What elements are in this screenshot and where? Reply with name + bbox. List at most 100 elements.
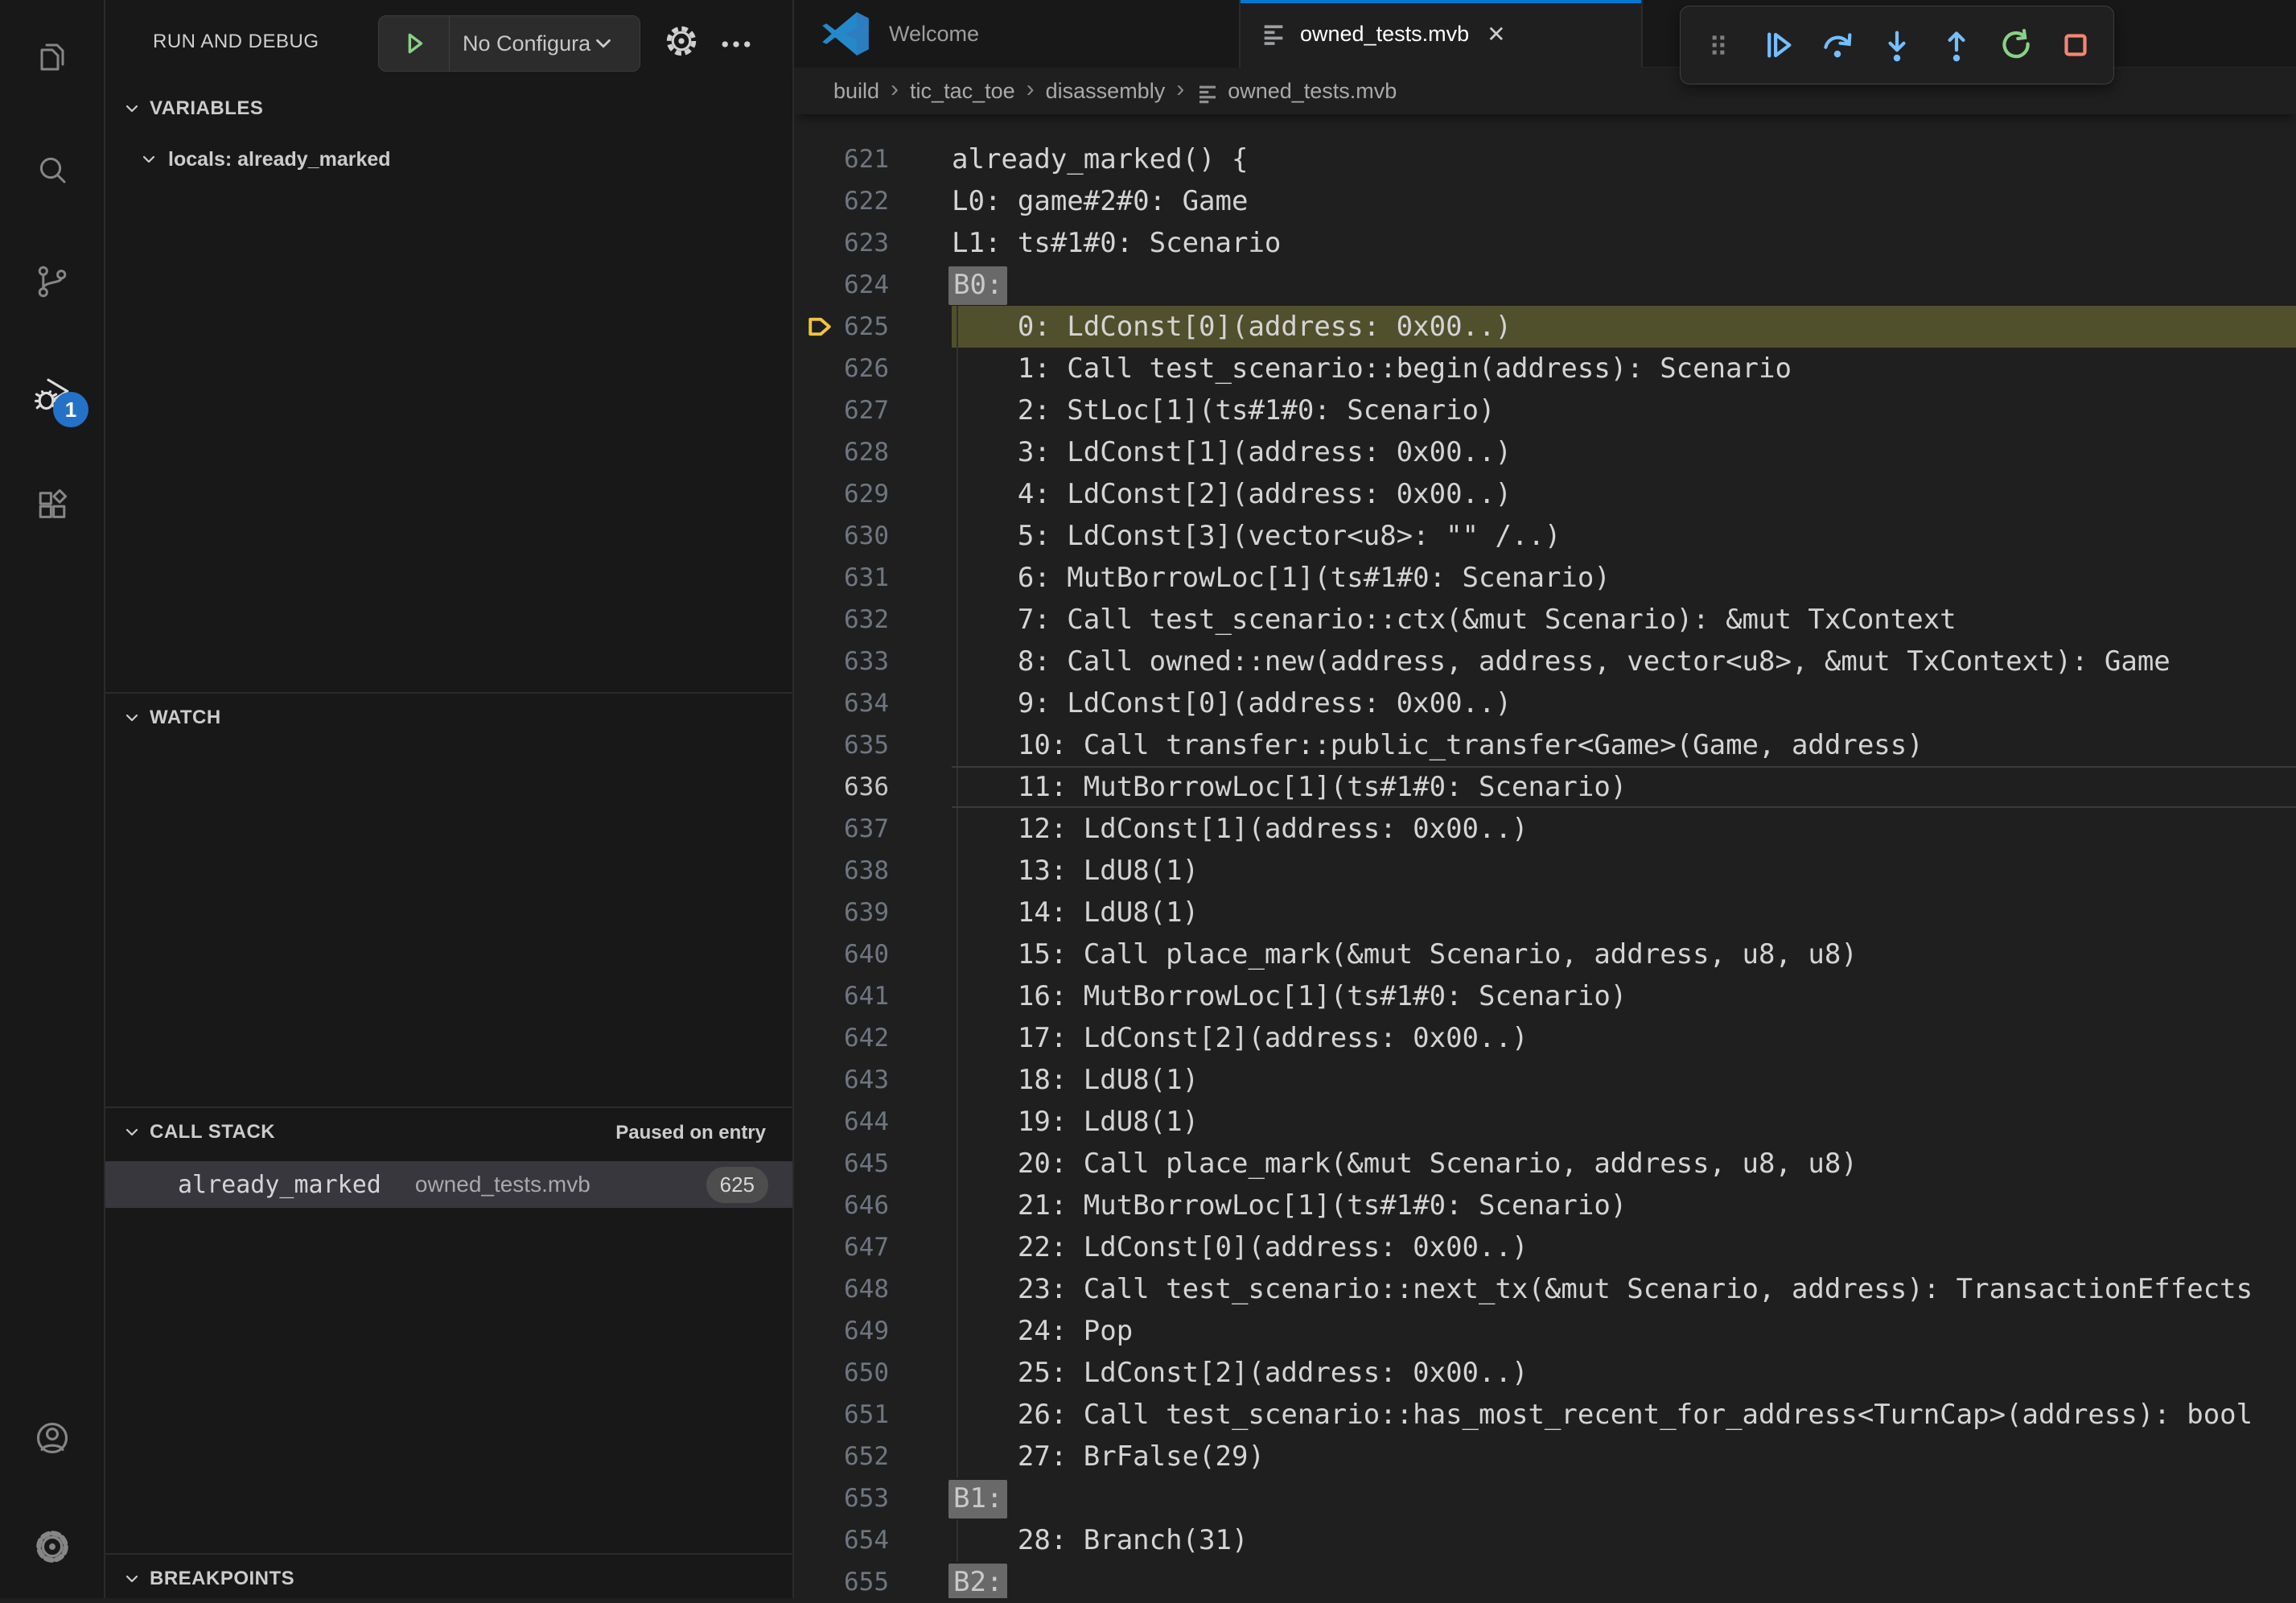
continue-icon[interactable] <box>1756 23 1800 67</box>
code-text[interactable]: 15: Call place_mark(&mut Scenario, addre… <box>952 933 2296 975</box>
line-number[interactable]: 634 <box>794 682 952 724</box>
code-line[interactable]: 633 8: Call owned::new(address, address,… <box>794 641 2296 682</box>
settings-gear-icon[interactable] <box>0 1508 104 1585</box>
code-line[interactable]: 628 3: LdConst[1](address: 0x00..) <box>794 431 2296 473</box>
line-number[interactable]: 625 <box>794 306 952 348</box>
code-line[interactable]: 623L1: ts#1#0: Scenario <box>794 222 2296 264</box>
line-number[interactable]: 644 <box>794 1101 952 1143</box>
step-out-icon[interactable] <box>1935 23 1978 67</box>
line-number[interactable]: 638 <box>794 850 952 892</box>
start-debug-button[interactable] <box>379 16 450 71</box>
code-line[interactable]: 647 22: LdConst[0](address: 0x00..) <box>794 1226 2296 1268</box>
code-line[interactable]: 654 28: Branch(31) <box>794 1519 2296 1561</box>
line-number[interactable]: 655 <box>794 1561 952 1598</box>
code-line[interactable]: 635 10: Call transfer::public_transfer<G… <box>794 724 2296 766</box>
code-text[interactable]: 4: LdConst[2](address: 0x00..) <box>952 473 2296 515</box>
code-text[interactable]: L1: ts#1#0: Scenario <box>952 222 2296 264</box>
code-line[interactable]: 632 7: Call test_scenario::ctx(&mut Scen… <box>794 599 2296 641</box>
code-text[interactable]: already_marked() { <box>952 138 2296 180</box>
line-number[interactable]: 647 <box>794 1226 952 1268</box>
variables-section-header[interactable]: VARIABLES <box>105 84 792 134</box>
code-editor[interactable]: 621already_marked() {622L0: game#2#0: Ga… <box>794 114 2296 1598</box>
code-line[interactable]: 621already_marked() { <box>794 138 2296 180</box>
line-number[interactable]: 643 <box>794 1059 952 1101</box>
close-icon[interactable]: ✕ <box>1487 21 1505 47</box>
line-number[interactable]: 648 <box>794 1268 952 1310</box>
code-line[interactable]: 655B2: <box>794 1561 2296 1598</box>
line-number[interactable]: 652 <box>794 1436 952 1477</box>
tab-welcome[interactable]: Welcome <box>794 0 1241 68</box>
code-text[interactable]: 20: Call place_mark(&mut Scenario, addre… <box>952 1143 2296 1185</box>
line-number[interactable]: 653 <box>794 1477 952 1519</box>
call-stack-section-header[interactable]: CALL STACK Paused on entry <box>105 1106 792 1156</box>
code-text[interactable]: 14: LdU8(1) <box>952 892 2296 933</box>
search-icon[interactable] <box>0 132 104 209</box>
explorer-icon[interactable] <box>0 18 104 95</box>
line-number[interactable]: 651 <box>794 1394 952 1436</box>
code-line[interactable]: 641 16: MutBorrowLoc[1](ts#1#0: Scenario… <box>794 975 2296 1017</box>
ellipsis-icon[interactable] <box>718 27 754 66</box>
code-text[interactable]: 22: LdConst[0](address: 0x00..) <box>952 1226 2296 1268</box>
code-text[interactable]: 10: Call transfer::public_transfer<Game>… <box>952 724 2296 766</box>
code-text[interactable]: 21: MutBorrowLoc[1](ts#1#0: Scenario) <box>952 1185 2296 1226</box>
drag-handle-icon[interactable] <box>1697 23 1740 67</box>
code-text[interactable]: L0: game#2#0: Game <box>952 180 2296 222</box>
line-number[interactable]: 631 <box>794 557 952 599</box>
line-number[interactable]: 632 <box>794 599 952 641</box>
breadcrumb-item[interactable]: build <box>833 79 879 104</box>
code-line[interactable]: 645 20: Call place_mark(&mut Scenario, a… <box>794 1143 2296 1185</box>
gear-icon[interactable] <box>663 23 700 64</box>
code-line[interactable]: 653B1: <box>794 1477 2296 1519</box>
watch-section-header[interactable]: WATCH <box>105 692 792 742</box>
account-icon[interactable] <box>0 1399 104 1477</box>
code-line[interactable]: 624B0: <box>794 264 2296 306</box>
code-line[interactable]: 631 6: MutBorrowLoc[1](ts#1#0: Scenario) <box>794 557 2296 599</box>
line-number[interactable]: 622 <box>794 180 952 222</box>
step-over-icon[interactable] <box>1816 23 1859 67</box>
line-number[interactable]: 654 <box>794 1519 952 1561</box>
line-number[interactable]: 641 <box>794 975 952 1017</box>
line-number[interactable]: 621 <box>794 138 952 180</box>
code-text[interactable]: 23: Call test_scenario::next_tx(&mut Sce… <box>952 1268 2296 1310</box>
line-number[interactable]: 633 <box>794 641 952 682</box>
line-number[interactable]: 636 <box>794 766 952 808</box>
code-text[interactable]: 0: LdConst[0](address: 0x00..) <box>952 306 2296 348</box>
code-text[interactable]: 7: Call test_scenario::ctx(&mut Scenario… <box>952 599 2296 641</box>
code-text[interactable]: 17: LdConst[2](address: 0x00..) <box>952 1017 2296 1059</box>
code-line[interactable]: 648 23: Call test_scenario::next_tx(&mut… <box>794 1268 2296 1310</box>
code-line[interactable]: 629 4: LdConst[2](address: 0x00..) <box>794 473 2296 515</box>
code-line[interactable]: 634 9: LdConst[0](address: 0x00..) <box>794 682 2296 724</box>
code-line[interactable]: 622L0: game#2#0: Game <box>794 180 2296 222</box>
restart-icon[interactable] <box>1994 23 2038 67</box>
code-line[interactable]: 649 24: Pop <box>794 1310 2296 1352</box>
debug-config-label[interactable]: No Configura <box>450 31 591 56</box>
code-line[interactable]: 650 25: LdConst[2](address: 0x00..) <box>794 1352 2296 1394</box>
line-number[interactable]: 645 <box>794 1143 952 1185</box>
code-line[interactable]: 627 2: StLoc[1](ts#1#0: Scenario) <box>794 389 2296 431</box>
code-line[interactable]: 642 17: LdConst[2](address: 0x00..) <box>794 1017 2296 1059</box>
line-number[interactable]: 646 <box>794 1185 952 1226</box>
breadcrumb-item[interactable]: owned_tests.mvb <box>1228 79 1397 104</box>
code-line[interactable]: 638 13: LdU8(1) <box>794 850 2296 892</box>
code-text[interactable]: 18: LdU8(1) <box>952 1059 2296 1101</box>
code-text[interactable]: 24: Pop <box>952 1310 2296 1352</box>
code-line[interactable]: 625 0: LdConst[0](address: 0x00..) <box>794 306 2296 348</box>
breakpoints-section-header[interactable]: BREAKPOINTS <box>105 1553 792 1603</box>
code-text[interactable]: 27: BrFalse(29) <box>952 1436 2296 1477</box>
code-text[interactable]: 16: MutBorrowLoc[1](ts#1#0: Scenario) <box>952 975 2296 1017</box>
line-number[interactable]: 642 <box>794 1017 952 1059</box>
code-line[interactable]: 652 27: BrFalse(29) <box>794 1436 2296 1477</box>
tab-owned-tests[interactable]: owned_tests.mvb ✕ <box>1241 0 1643 68</box>
code-text[interactable]: 12: LdConst[1](address: 0x00..) <box>952 808 2296 850</box>
code-line[interactable]: 637 12: LdConst[1](address: 0x00..) <box>794 808 2296 850</box>
code-line[interactable]: 636 11: MutBorrowLoc[1](ts#1#0: Scenario… <box>794 766 2296 808</box>
line-number[interactable]: 640 <box>794 933 952 975</box>
code-line[interactable]: 640 15: Call place_mark(&mut Scenario, a… <box>794 933 2296 975</box>
code-text[interactable]: B0: <box>952 264 2296 306</box>
line-number[interactable]: 624 <box>794 264 952 306</box>
code-line[interactable]: 651 26: Call test_scenario::has_most_rec… <box>794 1394 2296 1436</box>
line-number[interactable]: 630 <box>794 515 952 557</box>
line-number[interactable]: 628 <box>794 431 952 473</box>
code-text[interactable]: B2: <box>952 1561 2296 1598</box>
line-number[interactable]: 639 <box>794 892 952 933</box>
